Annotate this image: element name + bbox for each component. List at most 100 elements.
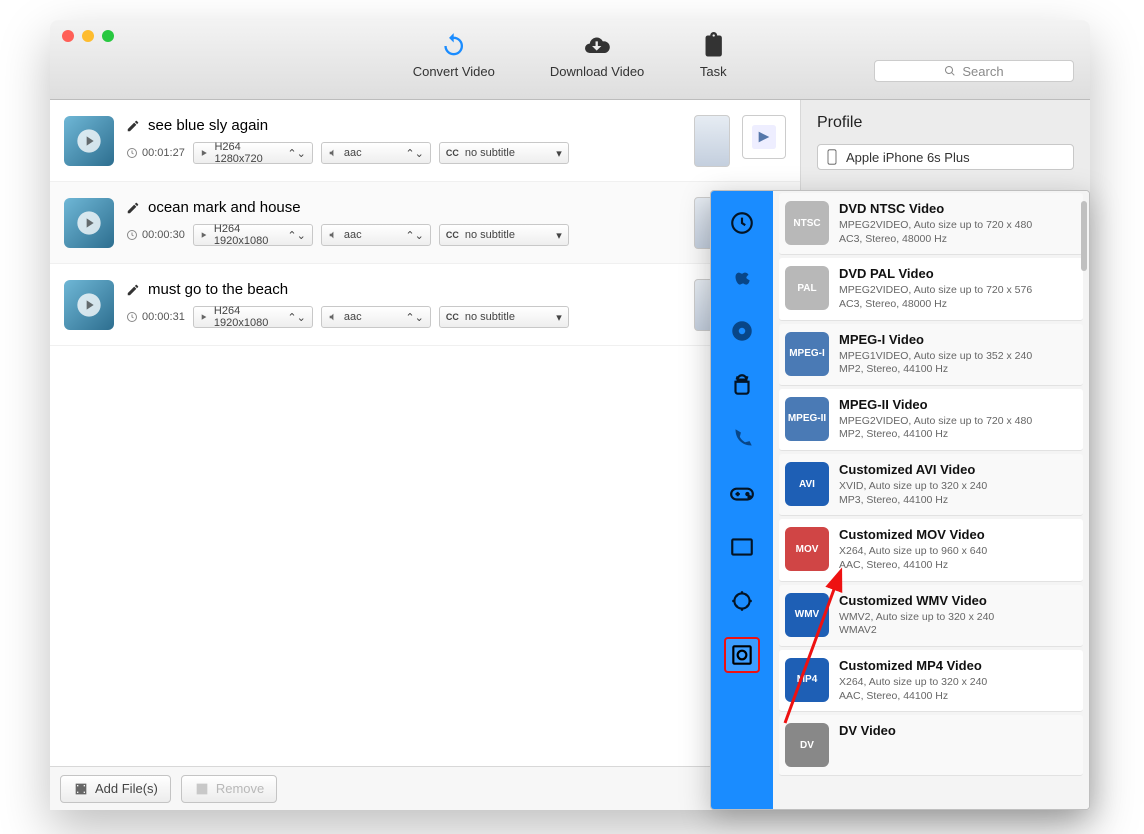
search-placeholder: Search [962,64,1003,79]
edit-icon[interactable] [126,283,140,297]
file-row[interactable]: see blue sly again 00:01:27 H264 1280x72… [50,100,800,182]
output-format-icon[interactable] [742,115,786,159]
profile-name: MPEG-I Video [839,332,1077,347]
clipboard-icon [699,32,727,60]
play-small-icon [200,230,208,240]
download-video-tab[interactable]: Download Video [550,32,644,79]
scrollbar[interactable] [1081,201,1087,271]
play-small-icon [200,312,208,322]
format-select[interactable]: H264 1920x1080⌃⌄ [193,306,313,328]
profile-desc: MPEG2VIDEO, Auto size up to 720 x 576AC3… [839,284,1077,311]
profile-text: MPEG-II Video MPEG2VIDEO, Auto size up t… [839,397,1077,442]
profile-item[interactable]: MPEG-II MPEG-II Video MPEG2VIDEO, Auto s… [779,389,1083,451]
profile-name: MPEG-II Video [839,397,1077,412]
duration: 00:01:27 [126,147,185,159]
video-thumbnail[interactable] [64,280,114,330]
profile-item[interactable]: WMV Customized WMV Video WMV2, Auto size… [779,585,1083,647]
profile-item[interactable]: PAL DVD PAL Video MPEG2VIDEO, Auto size … [779,258,1083,320]
row-targets [694,115,786,167]
video-thumbnail[interactable] [64,198,114,248]
profile-item[interactable]: MPEG-I MPEG-I Video MPEG1VIDEO, Auto siz… [779,324,1083,386]
video-thumbnail[interactable] [64,116,114,166]
profile-item[interactable]: NTSC DVD NTSC Video MPEG2VIDEO, Auto siz… [779,193,1083,255]
zoom-button[interactable] [102,30,114,42]
task-label: Task [700,64,727,79]
convert-label: Convert Video [413,64,495,79]
profile-badge: MPEG-II [785,397,829,441]
film-add-icon [73,781,89,797]
profile-item[interactable]: MP4 Customized MP4 Video X264, Auto size… [779,650,1083,712]
category-game[interactable] [724,475,760,511]
category-phone[interactable] [724,421,760,457]
profile-name: DV Video [839,723,1077,738]
format-select[interactable]: H264 1920x1080⌃⌄ [193,224,313,246]
profile-desc: X264, Auto size up to 320 x 240AAC, Ster… [839,676,1077,703]
profile-item[interactable]: AVI Customized AVI Video XVID, Auto size… [779,454,1083,516]
profile-badge: PAL [785,266,829,310]
profile-text: DV Video [839,723,1077,767]
profile-list[interactable]: NTSC DVD NTSC Video MPEG2VIDEO, Auto siz… [773,191,1089,809]
subtitle-select[interactable]: CCno subtitle▾ [439,306,569,328]
subtitle-select[interactable]: CCno subtitle▾ [439,142,569,164]
file-row[interactable]: must go to the beach 00:00:31 H264 1920x… [50,264,800,346]
format-icon [729,642,755,668]
profile-badge: MP4 [785,658,829,702]
profile-popover: NTSC DVD NTSC Video MPEG2VIDEO, Auto siz… [710,190,1090,810]
format-select[interactable]: H264 1280x720⌃⌄ [193,142,313,164]
category-recent[interactable] [724,205,760,241]
profile-desc: X264, Auto size up to 960 x 640AAC, Ster… [839,545,1077,572]
file-row[interactable]: ocean mark and house 00:00:30 H264 1920x… [50,182,800,264]
file-title: must go to the beach [148,281,288,298]
remove-button[interactable]: Remove [181,775,277,803]
profile-name: DVD NTSC Video [839,201,1077,216]
profile-heading: Profile [817,114,1074,132]
category-android[interactable] [724,367,760,403]
profile-select[interactable]: Apple iPhone 6s Plus [817,144,1074,170]
search-input[interactable]: Search [874,60,1074,82]
subtitle-select[interactable]: CCno subtitle▾ [439,224,569,246]
play-small-icon [200,148,209,158]
minimize-button[interactable] [82,30,94,42]
remove-label: Remove [216,781,264,796]
audio-select[interactable]: aac⌃⌄ [321,224,431,246]
speaker-icon [328,312,338,322]
speaker-icon [328,148,338,158]
category-format[interactable] [724,637,760,673]
add-files-button[interactable]: Add File(s) [60,775,171,803]
close-button[interactable] [62,30,74,42]
footer-bar: Add File(s) Remove [50,766,800,810]
task-tab[interactable]: Task [699,32,727,79]
profile-badge: WMV [785,593,829,637]
profile-item[interactable]: DV DV Video [779,715,1083,776]
category-custom[interactable] [724,583,760,619]
profile-text: DVD PAL Video MPEG2VIDEO, Auto size up t… [839,266,1077,311]
phone-icon [729,426,755,452]
edit-icon[interactable] [126,119,140,133]
profile-text: Customized AVI Video XVID, Auto size up … [839,462,1077,507]
disc-icon [729,318,755,344]
row-main: ocean mark and house 00:00:30 H264 1920x… [126,199,682,246]
category-video[interactable] [724,529,760,565]
edit-icon[interactable] [126,201,140,215]
convert-video-tab[interactable]: Convert Video [413,32,495,79]
apple-icon [729,264,755,290]
audio-select[interactable]: aac⌃⌄ [321,142,431,164]
refresh-icon [440,32,468,60]
device-preview[interactable] [694,115,730,167]
recent-icon [729,210,755,236]
profile-text: Customized MP4 Video X264, Auto size up … [839,658,1077,703]
profile-badge: AVI [785,462,829,506]
category-disc[interactable] [724,313,760,349]
file-title: ocean mark and house [148,199,301,216]
duration: 00:00:30 [126,229,185,241]
profile-name: Customized MP4 Video [839,658,1077,673]
profile-text: DVD NTSC Video MPEG2VIDEO, Auto size up … [839,201,1077,246]
audio-select[interactable]: aac⌃⌄ [321,306,431,328]
profile-name: Customized WMV Video [839,593,1077,608]
profile-item[interactable]: MOV Customized MOV Video X264, Auto size… [779,519,1083,581]
file-title: see blue sly again [148,117,268,134]
profile-category-column [711,191,773,809]
profile-name: DVD PAL Video [839,266,1077,281]
profile-text: Customized WMV Video WMV2, Auto size up … [839,593,1077,638]
category-apple[interactable] [724,259,760,295]
